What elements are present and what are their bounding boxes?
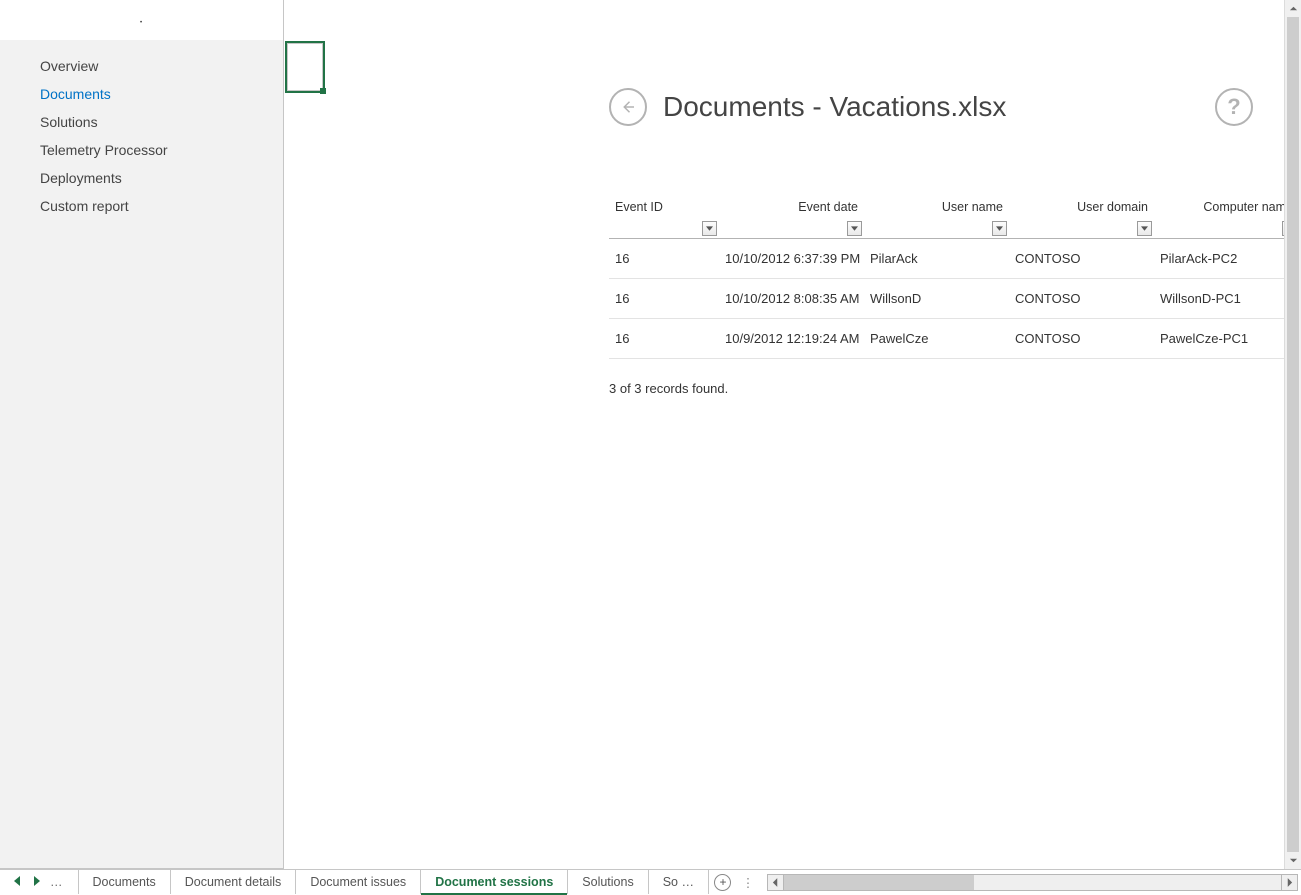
cell-user-name: WillsonD: [864, 279, 1009, 319]
sidebar-item-custom-report[interactable]: Custom report: [0, 192, 283, 220]
hscroll-right-button[interactable]: [1281, 874, 1298, 891]
record-count-status: 3 of 3 records found.: [609, 381, 1301, 396]
table-body: 1610/10/2012 6:37:39 PMPilarAckCONTOSOPi…: [609, 239, 1301, 359]
tab-nav-controls: …: [0, 870, 78, 894]
help-button[interactable]: ?: [1215, 88, 1253, 126]
hscroll-thumb[interactable]: [784, 875, 974, 890]
back-button[interactable]: [609, 88, 647, 126]
tab-nav-more-icon[interactable]: …: [50, 875, 64, 889]
column-header-event-date[interactable]: Event date: [719, 200, 864, 239]
table-header-row: Event IDEvent dateUser nameUser domainCo…: [609, 200, 1301, 239]
cell-user-name: PilarAck: [864, 239, 1009, 279]
cell-user-domain: CONTOSO: [1009, 239, 1154, 279]
column-header-computer-name[interactable]: Computer name: [1154, 200, 1299, 239]
vertical-scroll-thumb[interactable]: [1287, 17, 1299, 852]
cell-event-date: 10/10/2012 8:08:35 AM: [719, 279, 864, 319]
help-icon: ?: [1227, 94, 1240, 120]
cell-event-date: 10/9/2012 12:19:24 AM: [719, 319, 864, 359]
tab-separator-icon: ⋮: [737, 870, 759, 894]
sidebar: • OverviewDocumentsSolutionsTelemetry Pr…: [0, 0, 284, 869]
table-row[interactable]: 1610/9/2012 12:19:24 AMPawelCzeCONTOSOPa…: [609, 319, 1301, 359]
cell-event-date: 10/10/2012 6:37:39 PM: [719, 239, 864, 279]
filter-dropdown-button[interactable]: [847, 221, 862, 236]
plus-icon: +: [714, 874, 731, 891]
data-table-wrap: Event IDEvent dateUser nameUser domainCo…: [609, 200, 1301, 359]
scroll-down-button[interactable]: [1285, 852, 1301, 869]
back-arrow-icon: [619, 98, 637, 116]
cell-user-domain: CONTOSO: [1009, 319, 1154, 359]
cell-selection-marker[interactable]: [285, 41, 325, 93]
page-title: Documents - Vacations.xlsx: [663, 91, 1006, 123]
tab-document-details[interactable]: Document details: [171, 870, 297, 894]
chevron-up-icon: [1289, 4, 1298, 13]
cell-user-name: PawelCze: [864, 319, 1009, 359]
cell-computer-name: PawelCze-PC1: [1154, 319, 1299, 359]
hscroll-track[interactable]: [784, 874, 1281, 891]
filter-dropdown-button[interactable]: [702, 221, 717, 236]
filter-dropdown-button[interactable]: [1137, 221, 1152, 236]
hscroll-left-button[interactable]: [767, 874, 784, 891]
cell-event-id: 16: [609, 319, 719, 359]
sidebar-item-overview[interactable]: Overview: [0, 52, 283, 80]
tab-solutions[interactable]: Solutions: [568, 870, 648, 894]
tab-document-issues[interactable]: Document issues: [296, 870, 421, 894]
cell-event-id: 16: [609, 279, 719, 319]
add-sheet-button[interactable]: +: [709, 870, 737, 894]
sheet-tab-strip: … DocumentsDocument detailsDocument issu…: [0, 869, 1301, 894]
main-area: Documents - Vacations.xlsx ? Event IDEve…: [284, 0, 1301, 869]
data-table: Event IDEvent dateUser nameUser domainCo…: [609, 200, 1301, 359]
scroll-up-button[interactable]: [1285, 0, 1301, 17]
nav-list: OverviewDocumentsSolutionsTelemetry Proc…: [0, 52, 283, 220]
sidebar-item-documents[interactable]: Documents: [0, 80, 283, 108]
cell-computer-name: PilarAck-PC2: [1154, 239, 1299, 279]
chevron-down-icon: [851, 226, 858, 231]
vertical-scrollbar[interactable]: [1284, 0, 1301, 869]
column-header-event-id[interactable]: Event ID: [609, 200, 719, 239]
column-header-user-domain[interactable]: User domain: [1009, 200, 1154, 239]
tab-so-[interactable]: So …: [649, 870, 709, 894]
cell-user-domain: CONTOSO: [1009, 279, 1154, 319]
column-header-user-name[interactable]: User name: [864, 200, 1009, 239]
tab-nav-next[interactable]: [32, 875, 40, 889]
header-row: Documents - Vacations.xlsx ?: [609, 88, 1301, 126]
cell-event-id: 16: [609, 239, 719, 279]
sidebar-item-deployments[interactable]: Deployments: [0, 164, 283, 192]
chevron-down-icon: [706, 226, 713, 231]
table-row[interactable]: 1610/10/2012 8:08:35 AMWillsonDCONTOSOWi…: [609, 279, 1301, 319]
horizontal-scrollbar[interactable]: [767, 873, 1298, 891]
chevron-right-icon: [1286, 878, 1293, 887]
chevron-down-icon: [1289, 856, 1298, 865]
table-row[interactable]: 1610/10/2012 6:37:39 PMPilarAckCONTOSOPi…: [609, 239, 1301, 279]
decorative-dot: •: [140, 20, 142, 26]
chevron-down-icon: [1141, 226, 1148, 231]
filter-dropdown-button[interactable]: [992, 221, 1007, 236]
tab-document-sessions[interactable]: Document sessions: [421, 870, 568, 894]
sidebar-item-solutions[interactable]: Solutions: [0, 108, 283, 136]
cell-computer-name: WillsonD-PC1: [1154, 279, 1299, 319]
sidebar-item-telemetry-processor[interactable]: Telemetry Processor: [0, 136, 283, 164]
tab-nav-prev[interactable]: [14, 875, 22, 889]
chevron-left-icon: [772, 878, 779, 887]
sheet-tabs: DocumentsDocument detailsDocument issues…: [78, 870, 709, 894]
chevron-down-icon: [996, 226, 1003, 231]
tab-documents[interactable]: Documents: [78, 870, 171, 894]
